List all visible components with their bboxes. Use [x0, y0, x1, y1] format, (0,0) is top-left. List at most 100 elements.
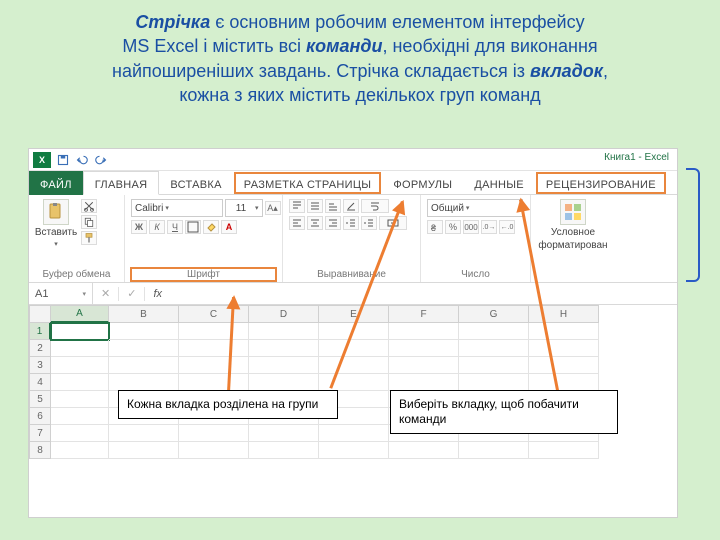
cell[interactable] [109, 323, 179, 340]
cell[interactable] [319, 425, 389, 442]
row-header[interactable]: 7 [29, 425, 51, 442]
tab-formulas[interactable]: ФОРМУЛЫ [382, 171, 463, 195]
paste-button[interactable]: Вставить ▾ [35, 199, 77, 248]
cell[interactable] [389, 442, 459, 459]
column-header[interactable]: A [51, 305, 109, 323]
undo-icon[interactable] [74, 152, 90, 168]
cell[interactable] [51, 340, 109, 357]
cell[interactable] [459, 374, 529, 391]
comma-style-icon[interactable]: 000 [463, 220, 479, 234]
cell[interactable] [389, 357, 459, 374]
font-name-combo[interactable]: Calibri▾ [131, 199, 223, 217]
align-left-icon[interactable] [289, 216, 305, 230]
wrap-text-icon[interactable] [361, 199, 389, 213]
cell[interactable] [249, 340, 319, 357]
align-top-icon[interactable] [289, 199, 305, 213]
underline-button[interactable]: Ч [167, 220, 183, 234]
column-header[interactable]: G [459, 305, 529, 323]
tab-review[interactable]: РЕЦЕНЗИРОВАНИЕ [535, 171, 667, 195]
save-icon[interactable] [55, 152, 71, 168]
cell[interactable] [529, 442, 599, 459]
cell[interactable] [389, 323, 459, 340]
number-format-combo[interactable]: Общий▾ [427, 199, 523, 217]
redo-icon[interactable] [93, 152, 109, 168]
align-middle-icon[interactable] [307, 199, 323, 213]
column-header[interactable]: F [389, 305, 459, 323]
tab-data[interactable]: ДАННЫЕ [463, 171, 535, 195]
row-header[interactable]: 2 [29, 340, 51, 357]
cell[interactable] [459, 442, 529, 459]
row-header[interactable]: 8 [29, 442, 51, 459]
orientation-icon[interactable] [343, 199, 359, 213]
align-right-icon[interactable] [325, 216, 341, 230]
column-header[interactable]: D [249, 305, 319, 323]
row-header[interactable]: 5 [29, 391, 51, 408]
borders-icon[interactable] [185, 220, 201, 234]
italic-button[interactable]: К [149, 220, 165, 234]
cell[interactable] [51, 323, 109, 340]
decrease-decimal-icon[interactable]: ←.0 [499, 220, 515, 234]
increase-indent-icon[interactable] [361, 216, 377, 230]
cell[interactable] [51, 391, 109, 408]
cancel-icon[interactable]: ✕ [101, 287, 110, 300]
select-all-corner[interactable] [29, 305, 51, 323]
cell[interactable] [51, 357, 109, 374]
cell[interactable] [459, 323, 529, 340]
fill-color-icon[interactable] [203, 220, 219, 234]
cell[interactable] [529, 374, 599, 391]
row-header[interactable]: 1 [29, 323, 51, 340]
tab-page-layout[interactable]: РАЗМЕТКА СТРАНИЦЫ [233, 171, 383, 195]
font-color-icon[interactable]: A [221, 220, 237, 234]
decrease-indent-icon[interactable] [343, 216, 359, 230]
cell[interactable] [529, 357, 599, 374]
formula-input[interactable]: ✕ ✓ fx [93, 283, 677, 304]
cell[interactable] [459, 357, 529, 374]
cell[interactable] [51, 408, 109, 425]
cell[interactable] [319, 442, 389, 459]
percent-icon[interactable]: % [445, 220, 461, 234]
increase-decimal-icon[interactable]: .0→ [481, 220, 497, 234]
cell[interactable] [179, 357, 249, 374]
cell[interactable] [249, 323, 319, 340]
cell[interactable] [389, 340, 459, 357]
cell[interactable] [249, 442, 319, 459]
cell[interactable] [109, 357, 179, 374]
accounting-format-icon[interactable]: ₴ [427, 220, 443, 234]
align-bottom-icon[interactable] [325, 199, 341, 213]
increase-font-icon[interactable]: A▴ [265, 201, 281, 215]
align-center-icon[interactable] [307, 216, 323, 230]
format-painter-icon[interactable] [81, 231, 97, 245]
column-header[interactable]: B [109, 305, 179, 323]
cell[interactable] [249, 425, 319, 442]
row-header[interactable]: 6 [29, 408, 51, 425]
cell[interactable] [51, 374, 109, 391]
bold-button[interactable]: Ж [131, 220, 147, 234]
conditional-formatting-button[interactable]: Условное форматирован [537, 199, 609, 251]
tab-file[interactable]: ФАЙЛ [29, 171, 83, 195]
cell[interactable] [529, 340, 599, 357]
row-header[interactable]: 3 [29, 357, 51, 374]
cell[interactable] [319, 340, 389, 357]
cell[interactable] [179, 340, 249, 357]
row-header[interactable]: 4 [29, 374, 51, 391]
enter-icon[interactable]: ✓ [127, 287, 136, 300]
cut-icon[interactable] [81, 199, 97, 213]
cell[interactable] [179, 442, 249, 459]
copy-icon[interactable] [81, 215, 97, 229]
cell[interactable] [109, 374, 179, 391]
cell[interactable] [249, 357, 319, 374]
cell[interactable] [389, 374, 459, 391]
cell[interactable] [459, 340, 529, 357]
tab-insert[interactable]: ВСТАВКА [159, 171, 232, 195]
cell[interactable] [319, 374, 389, 391]
cell[interactable] [179, 425, 249, 442]
cell[interactable] [51, 442, 109, 459]
cell[interactable] [319, 357, 389, 374]
cell[interactable] [109, 425, 179, 442]
cell[interactable] [249, 374, 319, 391]
fx-icon[interactable]: fx [153, 288, 162, 300]
cell[interactable] [109, 340, 179, 357]
cell[interactable] [529, 323, 599, 340]
cell[interactable] [109, 442, 179, 459]
font-size-combo[interactable]: 11▾ [225, 199, 263, 217]
